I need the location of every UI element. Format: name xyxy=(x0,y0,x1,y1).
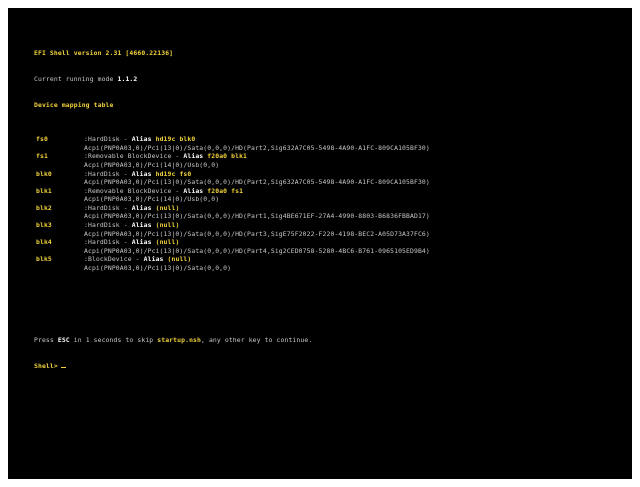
alias-label: Alias xyxy=(131,203,152,212)
startup-script-name: startup.nsh xyxy=(157,336,201,345)
alias-label: Alias xyxy=(143,255,164,264)
alias-value: hd19c fs0 xyxy=(155,169,192,178)
device-path: Acpi(PNP0A03,0)/Pci(13|0)/Sata(0,0,0)/HD… xyxy=(84,229,430,238)
running-mode-value: 1.1.2 xyxy=(117,74,138,83)
alias-value: (null) xyxy=(155,203,180,212)
startup-prompt-line: Press ESC in 1 seconds to skip startup.n… xyxy=(34,336,430,345)
mapping-table: fs0:HardDisk - Alias hd19c blk0 Acpi(PNP0… xyxy=(34,135,430,273)
blank-spacer xyxy=(34,298,430,310)
alias-value: (null) xyxy=(155,221,180,230)
mapping-entry: blk4 :HardDisk - Alias (null) xyxy=(34,238,430,247)
efi-shell-screen: EFI Shell version 2.31 [4660.22136] Curr… xyxy=(8,8,632,479)
alias-label: Alias xyxy=(183,152,204,161)
continue-label: , any other key to continue. xyxy=(201,336,313,345)
alias-label: Alias xyxy=(183,186,204,195)
device-path: Acpi(PNP0A03,0)/Pci(14|0)/Usb(0,0) xyxy=(84,160,220,169)
mapping-entry: blk0 :HardDisk - Alias hd19c fs0 xyxy=(34,170,430,179)
mapping-entry: fs1 :Removable BlockDevice - Alias f20a0 … xyxy=(34,152,430,161)
alias-label: Alias xyxy=(131,221,152,230)
mapping-name: blk5 xyxy=(36,255,52,264)
mapping-device-type: :BlockDevice - xyxy=(84,255,144,264)
shell-prompt-line[interactable]: Shell> xyxy=(34,362,430,371)
mapping-name: blk0 xyxy=(36,169,52,178)
console-output: EFI Shell version 2.31 [4660.22136] Curr… xyxy=(34,32,430,388)
version-line: EFI Shell version 2.31 [4660.22136] xyxy=(34,49,174,58)
device-path: Acpi(PNP0A03,0)/Pci(13|0)/Sata(0,0,0)/HD… xyxy=(84,178,430,187)
running-mode-label: Current running mode xyxy=(34,74,118,83)
alias-value: (null) xyxy=(155,238,180,247)
alias-label: Alias xyxy=(131,135,152,144)
text-cursor xyxy=(60,366,66,368)
alias-value: f20a0 fs1 xyxy=(207,186,244,195)
device-path: Acpi(PNP0A03,0)/Pci(13|0)/Sata(0,0,0) xyxy=(84,264,232,273)
shell-prompt: Shell> xyxy=(34,361,58,370)
alias-value: hd19c blk0 xyxy=(155,135,196,144)
mapping-name: blk3 xyxy=(36,221,52,230)
mapping-device-type: :HardDisk - xyxy=(84,238,132,247)
mapping-device-type: :HardDisk - xyxy=(84,203,132,212)
mapping-name: blk1 xyxy=(36,186,52,195)
mapping-device-type: :Removable BlockDevice - xyxy=(84,152,184,161)
device-path: Acpi(PNP0A03,0)/Pci(13|0)/Sata(0,0,0)/HD… xyxy=(84,246,430,255)
mapping-entry: blk1 :Removable BlockDevice - Alias f20a0… xyxy=(34,187,430,196)
device-path: Acpi(PNP0A03,0)/Pci(14|0)/Usb(0,0) xyxy=(84,195,220,204)
press-label: Press xyxy=(34,336,58,345)
mapping-entry: blk5 :BlockDevice - Alias (null) xyxy=(34,255,430,264)
mapping-name: fs1 xyxy=(36,152,48,161)
mapping-device-type: :HardDisk - xyxy=(84,135,132,144)
mapping-device-type: :HardDisk - xyxy=(84,169,132,178)
mapping-name: blk4 xyxy=(36,238,52,247)
mapping-name: fs0 xyxy=(36,135,48,144)
skip-label: in 1 seconds to skip xyxy=(69,336,158,345)
alias-label: Alias xyxy=(131,169,152,178)
alias-label: Alias xyxy=(131,238,152,247)
alias-value: f20a0 blk1 xyxy=(207,152,248,161)
device-path: Acpi(PNP0A03,0)/Pci(13|0)/Sata(0,0,0)/HD… xyxy=(84,212,430,221)
esc-key-label: ESC xyxy=(57,336,70,345)
mapping-entry: blk3 :HardDisk - Alias (null) xyxy=(34,221,430,230)
mapping-device-type: :Removable BlockDevice - xyxy=(84,186,184,195)
mapping-device-type: :HardDisk - xyxy=(84,221,132,230)
alias-value: (null) xyxy=(167,255,192,264)
mapping-name: blk2 xyxy=(36,203,52,212)
mapping-table-title: Device mapping table xyxy=(34,100,114,109)
device-path: Acpi(PNP0A03,0)/Pci(13|0)/Sata(0,0,0)/HD… xyxy=(84,143,430,152)
mapping-entry: fs0 :HardDisk - Alias hd19c blk0 xyxy=(34,135,430,144)
mapping-entry: blk2 :HardDisk - Alias (null) xyxy=(34,204,430,213)
running-mode-line: Current running mode 1.1.2 xyxy=(34,75,430,84)
